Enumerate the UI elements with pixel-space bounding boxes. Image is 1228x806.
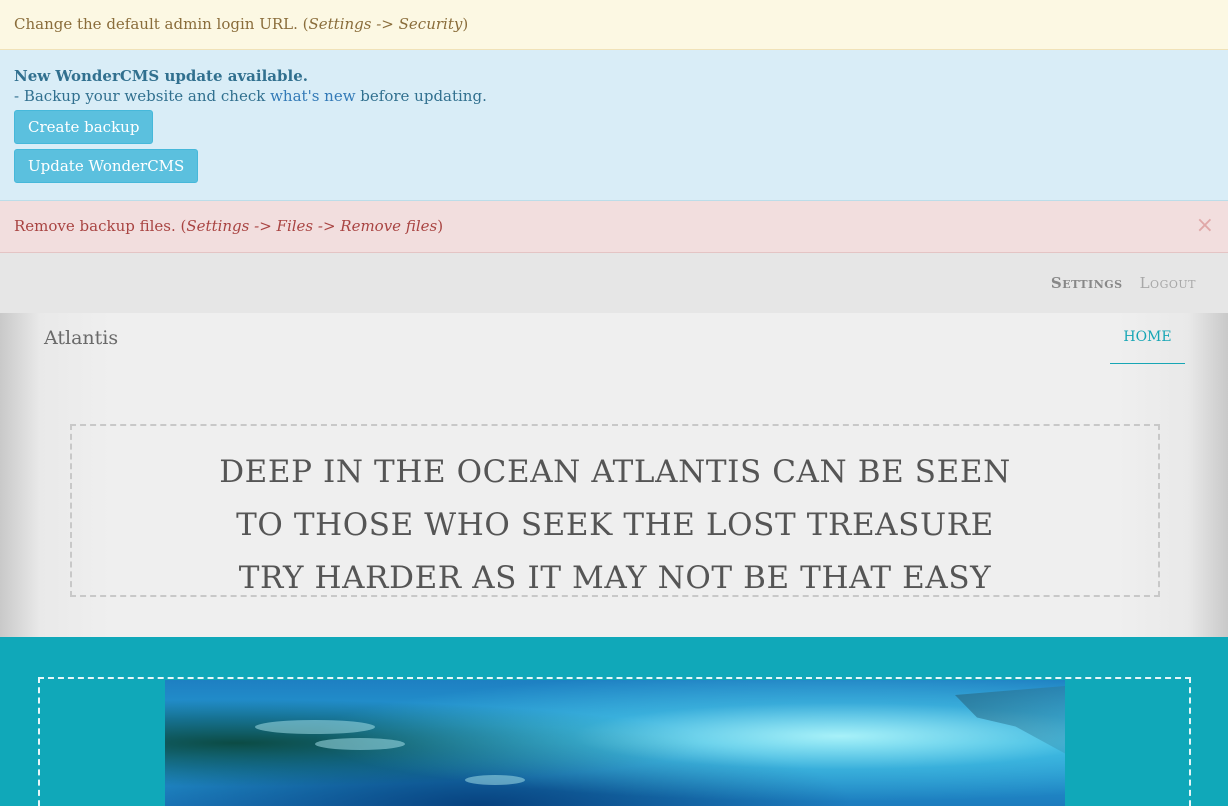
fish-shape bbox=[255, 720, 375, 734]
settings-link[interactable]: Settings bbox=[1051, 274, 1123, 292]
site-brand[interactable]: Atlantis bbox=[44, 327, 118, 349]
alert-remove-backup-files: Remove backup files. (Settings -> Files … bbox=[0, 201, 1228, 253]
ocean-image bbox=[165, 680, 1065, 806]
alert-danger-text: Remove backup files. ( bbox=[14, 217, 187, 235]
page-content bbox=[0, 637, 1228, 806]
motto-line: TO THOSE WHO SEEK THE LOST TREASURE bbox=[236, 507, 994, 543]
admin-bar: Settings Logout bbox=[0, 253, 1228, 313]
update-description-prefix: - Backup your website and check bbox=[14, 87, 271, 105]
motto-line: TRY HARDER AS IT MAY NOT BE THAT EASY bbox=[238, 560, 992, 596]
update-description-suffix: before updating. bbox=[355, 87, 487, 105]
manta-ray-shape bbox=[955, 686, 1065, 754]
whats-new-link[interactable]: what's new bbox=[270, 87, 355, 105]
alert-warning-suffix: ) bbox=[462, 15, 469, 33]
update-wondercms-button[interactable]: Update WonderCMS bbox=[14, 149, 199, 183]
nav-item-home[interactable]: HOME bbox=[1110, 327, 1185, 364]
fish-shape bbox=[315, 738, 405, 750]
logout-link[interactable]: Logout bbox=[1140, 274, 1196, 292]
alert-update-available: New WonderCMS update available. - Backup… bbox=[0, 50, 1228, 201]
admin-links: Settings Logout bbox=[1034, 274, 1196, 292]
alert-warning-text: Change the default admin login URL. ( bbox=[14, 15, 309, 33]
close-icon[interactable]: × bbox=[1196, 213, 1214, 238]
motto-line: DEEP IN THE OCEAN ATLANTIS CAN BE SEEN bbox=[219, 454, 1011, 490]
create-backup-button[interactable]: Create backup bbox=[14, 110, 154, 144]
alert-danger-path: Settings -> Files -> Remove files bbox=[186, 217, 438, 235]
update-title: New WonderCMS update available. bbox=[14, 67, 308, 85]
update-description: - Backup your website and check what's n… bbox=[14, 86, 1214, 106]
alert-default-login-url: Change the default admin login URL. (Set… bbox=[0, 0, 1228, 50]
alert-danger-suffix: ) bbox=[437, 217, 444, 235]
site-header: Atlantis HOME DEEP IN THE OCEAN ATLANTIS… bbox=[0, 313, 1228, 637]
alert-warning-path: Settings -> Security bbox=[308, 15, 463, 33]
fish-shape bbox=[465, 775, 525, 785]
motto-editable-area[interactable]: DEEP IN THE OCEAN ATLANTIS CAN BE SEEN T… bbox=[70, 424, 1160, 597]
